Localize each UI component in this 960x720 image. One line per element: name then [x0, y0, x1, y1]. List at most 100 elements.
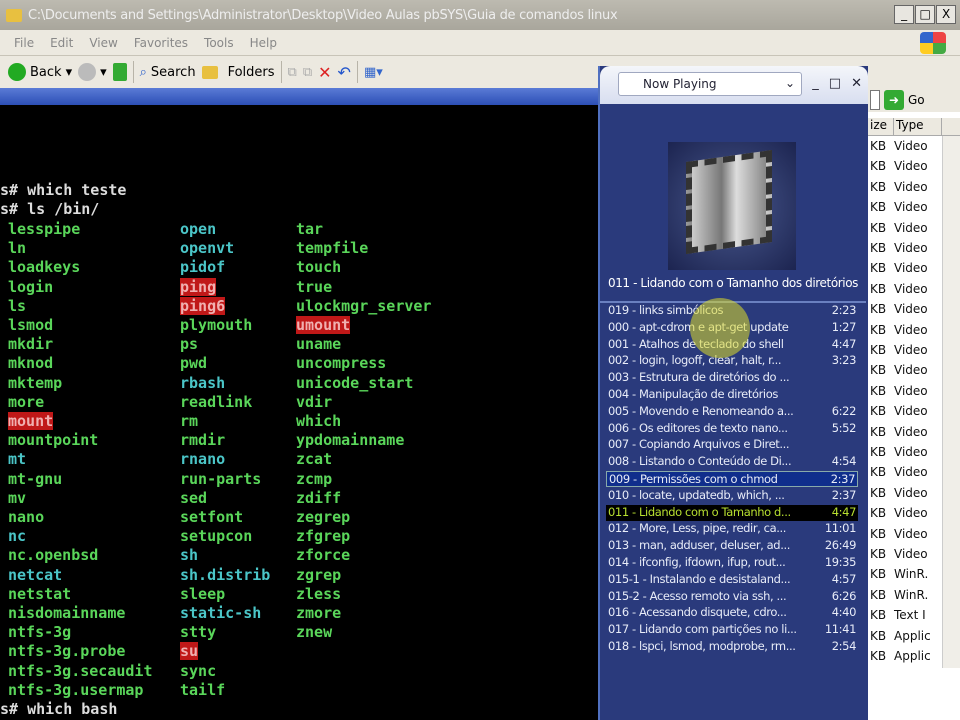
file-row[interactable]: KB Video [868, 384, 942, 404]
playlist-item[interactable]: 004 - Manipulação de diretórios [606, 387, 858, 403]
separator [280, 61, 282, 83]
file-row[interactable]: KB Video [868, 180, 942, 200]
address-dropdown[interactable] [870, 90, 880, 110]
file-row[interactable]: KB Video [868, 261, 942, 281]
file-entry: zforce [296, 546, 351, 565]
menu-tools[interactable]: Tools [204, 36, 234, 50]
playlist-item[interactable]: 018 - lspci, lsmod, modprobe, rm... 2:54 [606, 639, 858, 655]
playlist-item[interactable]: 015-2 - Acesso remoto via ssh, ... 6:26 [606, 589, 858, 605]
playlist-item[interactable]: 013 - man, adduser, deluser, ad... 26:49 [606, 538, 858, 554]
file-row[interactable]: KB Video [868, 221, 942, 241]
file-entry: lesspipe [8, 220, 81, 238]
file-entry: login [8, 277, 54, 296]
go-button[interactable]: Go [908, 93, 925, 107]
maximize-icon[interactable]: □ [829, 76, 841, 91]
file-row[interactable]: KB Video [868, 527, 942, 547]
file-entry: ping6 [180, 296, 226, 315]
file-entry: more [8, 392, 45, 411]
file-row[interactable]: KB Video [868, 200, 942, 220]
forward-button[interactable]: ▾ [78, 63, 107, 81]
playlist-item[interactable]: 011 - Lidando com o Tamanho d... 4:47 [606, 504, 858, 521]
file-type: Video [894, 302, 928, 317]
file-entry: setfont [180, 508, 244, 526]
track-duration: 4:54 [831, 454, 857, 469]
menu-help[interactable]: Help [250, 36, 277, 50]
minimize-icon[interactable]: _ [812, 76, 819, 91]
file-row[interactable]: KB Applic [868, 649, 942, 669]
playlist-item[interactable]: 014 - ifconfig, ifdown, ifup, rout... 19:… [606, 555, 858, 571]
file-row[interactable]: KB Video [868, 241, 942, 261]
delete-icon[interactable]: ✕ [318, 63, 331, 82]
file-row[interactable]: KB Video [868, 425, 942, 445]
file-type: Video [894, 241, 928, 255]
playlist-item[interactable]: 003 - Estrutura de diretórios do ... [606, 370, 858, 386]
playlist-item[interactable]: 010 - locate, updatedb, which, ... 2:37 [606, 488, 858, 504]
file-row[interactable]: KB Video [868, 159, 942, 179]
playlist-item[interactable]: 007 - Copiando Arquivos e Diret... [606, 437, 858, 453]
file-row[interactable]: KB Video [868, 302, 942, 322]
search-label: Search [150, 64, 196, 80]
playlist-item[interactable]: 012 - More, Less, pipe, redir, ca... 11:0… [606, 521, 858, 537]
track-title: 013 - man, adduser, deluser, ad... [608, 538, 790, 553]
file-row[interactable]: KB Text I [868, 608, 942, 628]
file-row[interactable]: KB Video [868, 547, 942, 567]
minimize-button[interactable]: _ [894, 5, 914, 24]
file-entry: su [180, 642, 199, 661]
terminal[interactable]: s# which teste s# ls /bin/ s# which bash… [0, 105, 600, 720]
file-row[interactable]: KB Video [868, 363, 942, 383]
menu-edit[interactable]: Edit [50, 36, 73, 50]
file-row[interactable]: KB Video [868, 506, 942, 526]
playlist-item[interactable]: 005 - Movendo e Renomeando a... 6:22 [606, 404, 858, 420]
file-row[interactable]: KB Video [868, 445, 942, 465]
maximize-button[interactable]: □ [915, 5, 935, 24]
menu-view[interactable]: View [89, 36, 117, 50]
track-duration: 4:47 [831, 504, 857, 519]
view-dropdown[interactable]: Now Playing ⌄ [618, 72, 802, 96]
column-type[interactable]: Type [894, 118, 942, 135]
file-row[interactable]: KB Video [868, 465, 942, 485]
file-row[interactable]: KB WinR. [868, 588, 942, 608]
close-icon[interactable]: ✕ [851, 76, 862, 91]
file-row[interactable]: KB Video [868, 139, 942, 159]
up-folder-icon[interactable] [112, 63, 127, 81]
file-row[interactable]: KB Video [868, 404, 942, 424]
menu-file[interactable]: File [14, 36, 34, 50]
go-icon[interactable]: ➜ [884, 90, 904, 110]
file-row[interactable]: KB Video [868, 486, 942, 506]
file-entry: sh [180, 546, 199, 565]
file-type: Video [894, 179, 928, 194]
file-entry: mount [8, 412, 54, 430]
back-button[interactable]: Back ▾ [8, 63, 72, 81]
file-row[interactable]: KB Video [868, 323, 942, 343]
playlist-item[interactable]: 016 - Acessando disquete, cdro... 4:40 [606, 605, 858, 621]
copy-to-icon[interactable]: ⧉ [303, 65, 312, 80]
playlist-item[interactable]: 009 - Permissões com o chmod 2:37 [606, 471, 858, 487]
column-size[interactable]: ize [868, 118, 894, 135]
file-type: Video [894, 506, 928, 521]
file-row[interactable]: KB Applic [868, 629, 942, 649]
vertical-scrollbar[interactable] [942, 136, 960, 668]
move-to-icon[interactable]: ⧉ [288, 65, 297, 80]
file-entry: sed [180, 488, 208, 507]
undo-icon[interactable]: ↶ [338, 63, 351, 82]
playlist-item[interactable]: 017 - Lidando com partições no li... 11:4… [606, 622, 858, 638]
file-entry: ntfs-3g [8, 623, 72, 642]
playlist-item[interactable]: 002 - login, logoff, clear, halt, r... 3:… [606, 353, 858, 369]
track-title: 015-1 - Instalando e desistaland... [608, 571, 791, 586]
folders-button[interactable]: Folders [201, 65, 275, 80]
track-title: 018 - lspci, lsmod, modprobe, rm... [608, 639, 796, 653]
file-row[interactable]: KB Video [868, 282, 942, 302]
views-icon[interactable]: ▦▾ [364, 65, 383, 80]
file-entry: mt-gnu [8, 469, 63, 488]
file-entry: nc.openbsd [8, 546, 99, 565]
menu-favorites[interactable]: Favorites [134, 36, 188, 50]
track-duration: 3:23 [831, 353, 857, 368]
search-button[interactable]: ⌕ Search [140, 65, 196, 80]
file-row[interactable]: KB WinR. [868, 567, 942, 587]
file-row[interactable]: KB Video [868, 343, 942, 363]
playlist-item[interactable]: 008 - Listando o Conteúdo de Di... 4:54 [606, 454, 858, 470]
playlist-item[interactable]: 006 - Os editores de texto nano... 5:52 [606, 421, 858, 437]
track-title: 017 - Lidando com partições no li... [608, 622, 797, 637]
close-button[interactable]: X [936, 5, 956, 24]
playlist-item[interactable]: 015-1 - Instalando e desistaland... 4:57 [606, 572, 858, 588]
